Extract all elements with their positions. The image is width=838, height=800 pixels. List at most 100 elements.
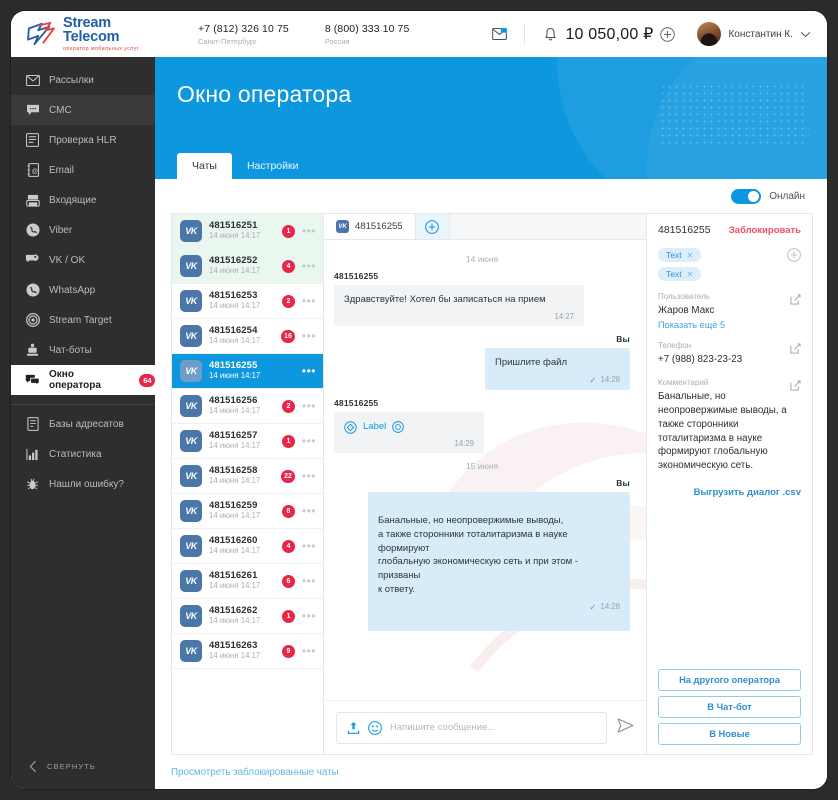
upload-icon[interactable]: [347, 721, 360, 735]
message-bubble[interactable]: Здравствуйте! Хотел бы записаться на при…: [334, 285, 584, 327]
sidebar-item-operator-window[interactable]: Окно оператора 64: [11, 365, 155, 395]
add-conversation-tab-button[interactable]: [415, 214, 450, 239]
sidebar-item-sms[interactable]: СМС: [11, 95, 155, 125]
message-bubble[interactable]: Label 14:29: [334, 412, 484, 454]
sidebar-item-label: Рассылки: [49, 74, 94, 86]
list-item-menu-icon[interactable]: •••: [302, 365, 316, 377]
blocked-chats-link[interactable]: Просмотреть заблокированные чаты: [171, 767, 339, 778]
list-item[interactable]: VK 481516257 14 июня 14:17 1 •••: [172, 424, 323, 459]
transfer-to-operator-button[interactable]: На другого оператора: [658, 669, 801, 691]
chat-list[interactable]: VK 481516251 14 июня 14:17 1 ••• VK 4815…: [171, 213, 323, 755]
sidebar-item-vhodyashie[interactable]: Входящие: [11, 185, 155, 215]
brand-logo[interactable]: Stream Telecom оператор мобильных услуг: [25, 16, 170, 52]
close-icon[interactable]: ✕: [687, 251, 694, 260]
list-item[interactable]: VK 481516254 14 июня 14:17 16 •••: [172, 319, 323, 354]
unread-badge: 8: [281, 504, 295, 518]
list-item[interactable]: VK 481516251 14 июня 14:17 1 •••: [172, 214, 323, 249]
export-dialog-link[interactable]: Выгрузить диалог .csv: [658, 487, 801, 498]
sidebar-item-label: Stream Target: [49, 314, 112, 326]
list-item-selected[interactable]: VK 481516255 14 июня 14:17 •••: [172, 354, 323, 389]
edit-icon[interactable]: [790, 292, 801, 310]
list-item-time: 14 июня 14:17: [209, 266, 261, 276]
phone-region: Санкт-Петербург: [198, 36, 257, 46]
list-item-menu-icon[interactable]: •••: [302, 470, 316, 482]
list-item-text: 481516253 14 июня 14:17: [209, 290, 275, 312]
list-item-name: 481516255: [209, 359, 258, 371]
sidebar-item-chatbots[interactable]: Чат-боты: [11, 335, 155, 365]
chevron-down-icon[interactable]: [800, 31, 811, 38]
tab-label: Настройки: [246, 160, 299, 172]
tab-chats[interactable]: Чаты: [177, 153, 232, 179]
list-item-menu-icon[interactable]: •••: [302, 435, 316, 447]
list-item-menu-icon[interactable]: •••: [302, 225, 316, 237]
mail-icon[interactable]: [484, 19, 514, 49]
conversation-tab-label: 481516255: [355, 221, 403, 232]
sidebar-item-statistics[interactable]: Статистика: [11, 439, 155, 469]
list-item-menu-icon[interactable]: •••: [302, 575, 316, 587]
sidebar-item-stream-target[interactable]: Stream Target: [11, 305, 155, 335]
list-item-menu-icon[interactable]: •••: [302, 505, 316, 517]
unread-badge: 2: [281, 399, 295, 413]
list-item-menu-icon[interactable]: •••: [302, 330, 316, 342]
sidebar-collapse-button[interactable]: СВЕРНУТЬ: [11, 743, 155, 789]
sidebar-item-whatsapp[interactable]: WhatsApp: [11, 275, 155, 305]
sidebar-item-hlr[interactable]: Проверка HLR: [11, 125, 155, 155]
sidebar-item-rassylki[interactable]: Рассылки: [11, 65, 155, 95]
list-item-menu-icon[interactable]: •••: [302, 610, 316, 622]
conversation-tab-active[interactable]: VK 481516255: [324, 214, 416, 239]
brand-tagline: оператор мобильных услуг: [63, 45, 140, 52]
sidebar-item-viber[interactable]: Viber: [11, 215, 155, 245]
edit-icon[interactable]: [790, 378, 801, 396]
sidebar-divider: [11, 404, 155, 405]
list-item-text: 481516255 14 июня 14:17: [209, 359, 295, 382]
sidebar-item-report-bug[interactable]: Нашли ошибку?: [11, 469, 155, 499]
add-tag-button[interactable]: [787, 248, 801, 267]
close-icon[interactable]: ✕: [687, 270, 694, 279]
attachment-label-row[interactable]: Label: [344, 420, 474, 434]
list-item[interactable]: VK 481516263 14 июня 14:17 9 •••: [172, 634, 323, 669]
send-button[interactable]: [617, 717, 634, 738]
sidebar-item-email[interactable]: @ Email: [11, 155, 155, 185]
message-composer: [324, 700, 646, 754]
list-item[interactable]: VK 481516252 14 июня 14:17 4 •••: [172, 249, 323, 284]
list-item[interactable]: VK 481516259 14 июня 14:17 8 •••: [172, 494, 323, 529]
tag-chip[interactable]: Text ✕: [658, 248, 702, 262]
chevron-left-icon: [29, 760, 36, 772]
list-item[interactable]: VK 481516261 14 июня 14:17 6 •••: [172, 564, 323, 599]
attachment-label: Label: [363, 421, 387, 433]
add-funds-icon[interactable]: [660, 26, 676, 42]
online-toggle[interactable]: [731, 188, 762, 204]
sidebar-item-databases[interactable]: Базы адресатов: [11, 409, 155, 439]
smiley-icon[interactable]: [368, 720, 382, 735]
tab-settings[interactable]: Настройки: [232, 153, 314, 179]
sidebar-item-vk-ok[interactable]: VK / OK: [11, 245, 155, 275]
list-item-menu-icon[interactable]: •••: [302, 400, 316, 412]
list-item[interactable]: VK 481516260 14 июня 14:17 4 •••: [172, 529, 323, 564]
message-bubble[interactable]: Банальные, но неопровержимые выводы, а т…: [368, 492, 630, 631]
message-thread[interactable]: 14 июня 481516255 Здравствуйте! Хотел бы…: [324, 240, 646, 700]
list-item-menu-icon[interactable]: •••: [302, 260, 316, 272]
list-item[interactable]: VK 481516256 14 июня 14:17 2 •••: [172, 389, 323, 424]
sidebar-item-label: WhatsApp: [49, 284, 96, 296]
list-item[interactable]: VK 481516262 14 июня 14:17 1 •••: [172, 599, 323, 634]
composer-field[interactable]: [336, 711, 607, 744]
show-more-link[interactable]: Показать ещё 5: [658, 320, 801, 330]
list-item-menu-icon[interactable]: •••: [302, 540, 316, 552]
list-item[interactable]: VK 481516258 14 июня 14:17 22 •••: [172, 459, 323, 494]
list-item-name: 481516254: [209, 324, 258, 336]
brand-name: Stream Telecom: [63, 14, 120, 46]
user-menu[interactable]: Константин К.: [697, 22, 827, 46]
tag-chip[interactable]: Text ✕: [658, 267, 702, 281]
bell-icon[interactable]: [535, 19, 565, 49]
list-item-menu-icon[interactable]: •••: [302, 645, 316, 657]
message-input[interactable]: [390, 722, 596, 733]
move-to-new-button[interactable]: В Новые: [658, 723, 801, 745]
list-item-menu-icon[interactable]: •••: [302, 295, 316, 307]
edit-icon[interactable]: [790, 341, 801, 359]
message-bubble[interactable]: Пришлите файл ✓ 14:28: [485, 348, 630, 391]
list-item[interactable]: VK 481516253 14 июня 14:17 2 •••: [172, 284, 323, 319]
field-label: Комментарий: [658, 377, 709, 387]
chat-bubble-icon: [25, 103, 40, 118]
block-contact-button[interactable]: Заблокировать: [729, 225, 801, 236]
transfer-to-chatbot-button[interactable]: В Чат-бот: [658, 696, 801, 718]
